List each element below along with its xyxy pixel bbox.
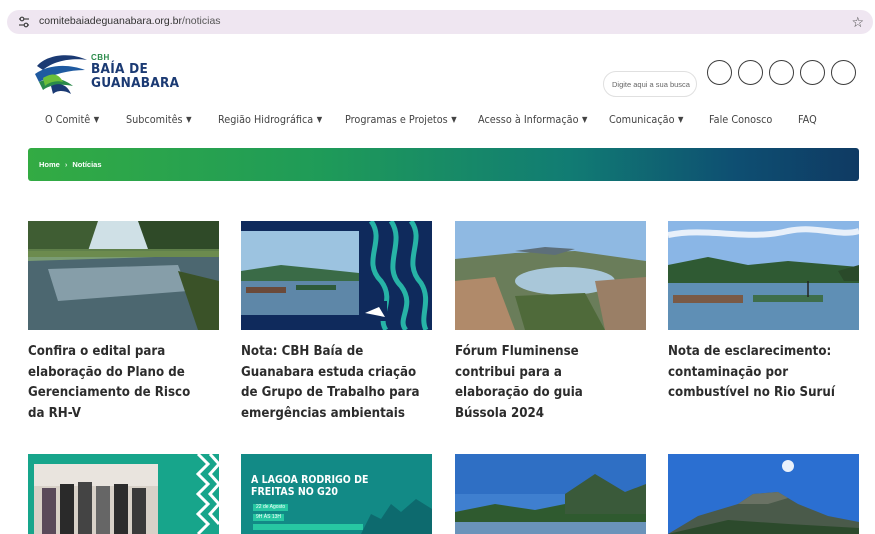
social-links — [707, 60, 859, 85]
breadcrumb-home-link[interactable]: Home — [39, 160, 60, 169]
main-nav: O Comitê ▼ Subcomitês ▼ Região Hidrográfic… — [0, 113, 875, 131]
breadcrumb-banner: Home › Notícias — [28, 148, 859, 181]
news-title[interactable]: Confira o edital para elaboração do Plan… — [28, 342, 208, 424]
event-time-badge: 9H ÀS 13H — [253, 514, 285, 521]
social-icon-2[interactable] — [738, 60, 763, 85]
nav-item-comunicacao[interactable]: Comunicação ▼ — [609, 113, 683, 126]
news-card[interactable] — [668, 454, 859, 534]
social-icon-3[interactable] — [769, 60, 794, 85]
news-image-river-landscape[interactable] — [455, 454, 646, 534]
news-image-group-photo[interactable] — [28, 454, 219, 534]
url-text[interactable]: comitebaiadeguanabara.org.br/noticias — [39, 15, 221, 27]
breadcrumb-current: Notícias — [72, 160, 102, 169]
bookmark-star-icon[interactable]: ☆ — [851, 13, 864, 31]
event-info-bar — [253, 524, 363, 530]
breadcrumb: Home › Notícias — [39, 160, 102, 169]
nav-item-fale-conosco[interactable]: Fale Conosco — [709, 113, 772, 126]
news-card[interactable] — [28, 454, 219, 534]
news-title[interactable]: Fórum Fluminense contribui para a elabor… — [455, 342, 635, 424]
chevron-down-icon: ▼ — [451, 115, 457, 124]
news-card[interactable]: A LAGOA RODRIGO DE FREITAS NO G20 22 de … — [241, 454, 432, 534]
logo-line2: GUANABARA — [91, 75, 180, 91]
chevron-down-icon: ▼ — [93, 115, 100, 124]
site-settings-icon[interactable] — [17, 15, 31, 29]
news-card[interactable] — [455, 454, 646, 534]
lagoon-skyline-graphic — [361, 499, 432, 534]
news-title[interactable]: Nota: CBH Baía de Guanabara estuda criaç… — [241, 342, 421, 424]
news-image-boats-lagoon[interactable] — [668, 221, 859, 330]
chevron-down-icon: ▼ — [316, 115, 323, 124]
social-icon-5[interactable] — [831, 60, 856, 85]
news-image-mountain[interactable] — [668, 454, 859, 534]
nav-item-faq[interactable]: FAQ — [798, 113, 817, 126]
news-image-aerial-lagoon[interactable] — [455, 221, 646, 330]
chevron-down-icon: ▼ — [582, 115, 588, 124]
search-box[interactable] — [603, 71, 697, 97]
chevron-down-icon: ▼ — [678, 115, 684, 124]
site-logo[interactable]: CBH BAÍA DE GUANABARA — [33, 52, 179, 98]
nav-item-regiao-hidrografica[interactable]: Região Hidrográfica ▼ — [218, 113, 322, 126]
social-icon-1[interactable] — [707, 60, 732, 85]
search-input[interactable] — [604, 72, 690, 96]
nav-item-o-comite[interactable]: O Comitê ▼ — [45, 113, 99, 126]
nav-item-subcomites[interactable]: Subcomitês ▼ — [126, 113, 192, 126]
event-date-badge: 22 de Agosto — [253, 504, 289, 511]
social-icon-4[interactable] — [800, 60, 825, 85]
logo-emblem-icon — [35, 55, 87, 94]
nav-item-programas-e-projetos[interactable]: Programas e Projetos ▼ — [345, 113, 457, 126]
news-image-river[interactable] — [28, 221, 219, 330]
browser-address-bar[interactable]: comitebaiadeguanabara.org.br/noticias ☆ — [7, 10, 873, 34]
chevron-down-icon: ▼ — [186, 115, 192, 124]
logo-line1: BAÍA DE — [91, 61, 149, 77]
nav-item-acesso-a-informacao[interactable]: Acesso à Informação ▼ — [478, 113, 587, 126]
news-title[interactable]: Nota de esclarecimento: contaminação por… — [668, 342, 848, 404]
news-image-boats-graphic[interactable] — [241, 221, 432, 330]
